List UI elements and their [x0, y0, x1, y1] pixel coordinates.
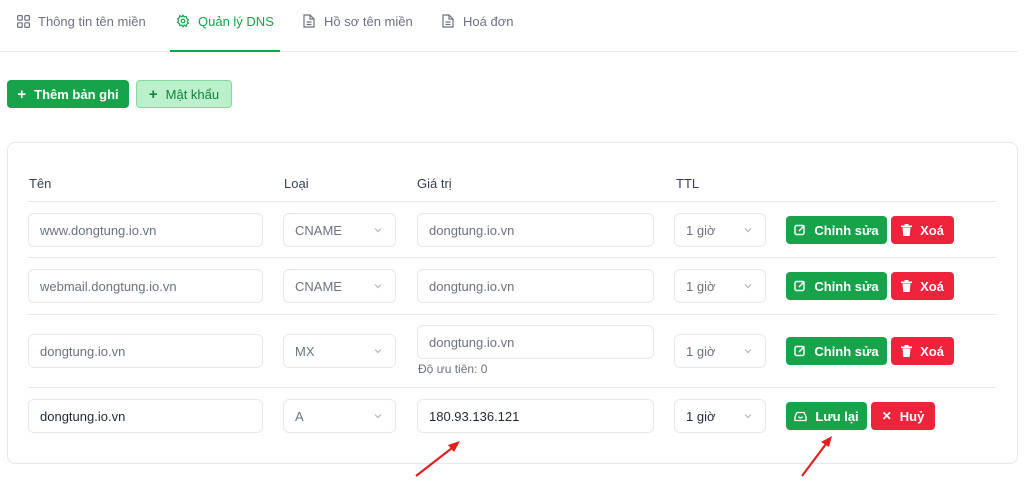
add-record-label: Thêm bản ghi	[34, 86, 119, 102]
record-type-select[interactable]: CNAME	[283, 269, 396, 303]
record-type-value: MX	[295, 343, 315, 359]
record-name-field[interactable]: dongtung.io.vn	[28, 334, 263, 368]
tab-label: Thông tin tên miền	[38, 14, 146, 29]
row-divider	[28, 257, 996, 258]
edit-icon	[794, 280, 806, 292]
grid-icon	[16, 14, 30, 28]
tab-label: Hồ sơ tên miền	[324, 14, 413, 29]
edit-button[interactable]: Chỉnh sửa	[786, 337, 887, 365]
save-label: Lưu lại	[815, 408, 859, 424]
record-type-value: CNAME	[295, 278, 342, 294]
ttl-select[interactable]: 1 giờ	[674, 269, 766, 303]
chevron-down-icon	[374, 414, 382, 419]
ttl-value: 1 giờ	[686, 278, 716, 294]
trash-icon	[901, 224, 913, 236]
delete-button[interactable]: Xoá	[891, 337, 954, 365]
column-header-name: Tên	[29, 176, 52, 191]
chevron-down-icon	[374, 228, 382, 233]
record-value-field[interactable]: dongtung.io.vn	[417, 325, 654, 359]
record-type-value: CNAME	[295, 222, 342, 238]
ttl-select[interactable]: 1 giờ	[674, 399, 766, 433]
edit-label: Chỉnh sửa	[814, 278, 879, 294]
column-header-value: Giá trị	[417, 176, 452, 191]
record-type-select[interactable]: A	[283, 399, 396, 433]
delete-label: Xoá	[920, 222, 944, 238]
ttl-value: 1 giờ	[686, 408, 716, 424]
row-divider	[28, 314, 996, 315]
edit-icon	[794, 345, 806, 357]
record-value-field[interactable]: dongtung.io.vn	[417, 269, 654, 303]
cancel-label: Huỷ	[899, 408, 925, 424]
save-icon	[794, 411, 807, 422]
password-button[interactable]: + Mật khẩu	[136, 80, 232, 108]
ttl-value: 1 giờ	[686, 343, 716, 359]
annotation-arrow	[415, 441, 460, 477]
chevron-down-icon	[744, 284, 752, 289]
record-value-field[interactable]: 180.93.136.121	[417, 399, 654, 433]
row-divider	[28, 387, 996, 388]
chevron-down-icon	[374, 284, 382, 289]
plus-icon: +	[148, 85, 158, 103]
edit-button[interactable]: Chỉnh sửa	[786, 272, 887, 300]
record-value-field[interactable]: dongtung.io.vn	[417, 213, 654, 247]
plus-icon: +	[17, 85, 27, 103]
document-icon	[441, 14, 455, 28]
close-icon: ✕	[881, 409, 892, 423]
trash-icon	[901, 345, 913, 357]
delete-label: Xoá	[920, 278, 944, 294]
record-type-select[interactable]: CNAME	[283, 213, 396, 247]
gear-icon	[176, 14, 190, 28]
ttl-select[interactable]: 1 giờ	[674, 334, 766, 368]
tab-domain-info[interactable]: Thông tin tên miền	[16, 14, 146, 52]
tab-domain-profile[interactable]: Hồ sơ tên miền	[302, 14, 413, 52]
chevron-down-icon	[744, 228, 752, 233]
delete-label: Xoá	[920, 343, 944, 359]
chevron-down-icon	[374, 349, 382, 354]
priority-text: Độ ưu tiên: 0	[418, 362, 488, 376]
column-header-ttl: TTL	[676, 176, 700, 191]
row-divider	[28, 201, 996, 202]
cancel-button[interactable]: ✕ Huỷ	[871, 402, 935, 430]
edit-button[interactable]: Chỉnh sửa	[786, 216, 887, 244]
tab-bar: Thông tin tên miền Quản lý DNS Hồ sơ tên…	[0, 0, 1018, 52]
annotation-arrow	[801, 436, 832, 477]
column-header-type: Loại	[284, 176, 309, 191]
chevron-down-icon	[744, 349, 752, 354]
ttl-select[interactable]: 1 giờ	[674, 213, 766, 247]
tab-label: Quản lý DNS	[198, 14, 274, 29]
password-label: Mật khẩu	[165, 86, 220, 102]
trash-icon	[901, 280, 913, 292]
ttl-value: 1 giờ	[686, 222, 716, 238]
save-button[interactable]: Lưu lại	[786, 402, 867, 430]
chevron-down-icon	[744, 414, 752, 419]
record-name-field[interactable]: dongtung.io.vn	[28, 399, 263, 433]
tab-dns-management[interactable]: Quản lý DNS	[170, 14, 280, 52]
edit-label: Chỉnh sửa	[814, 222, 879, 238]
document-icon	[302, 14, 316, 28]
delete-button[interactable]: Xoá	[891, 216, 954, 244]
delete-button[interactable]: Xoá	[891, 272, 954, 300]
record-type-select[interactable]: MX	[283, 334, 396, 368]
tab-invoices[interactable]: Hoá đơn	[441, 14, 513, 52]
record-name-field[interactable]: www.dongtung.io.vn	[28, 213, 263, 247]
edit-label: Chỉnh sửa	[814, 343, 879, 359]
add-record-button[interactable]: + Thêm bản ghi	[7, 80, 129, 108]
record-type-value: A	[295, 408, 304, 424]
edit-icon	[794, 224, 806, 236]
tab-label: Hoá đơn	[463, 14, 514, 29]
record-name-field[interactable]: webmail.dongtung.io.vn	[28, 269, 263, 303]
